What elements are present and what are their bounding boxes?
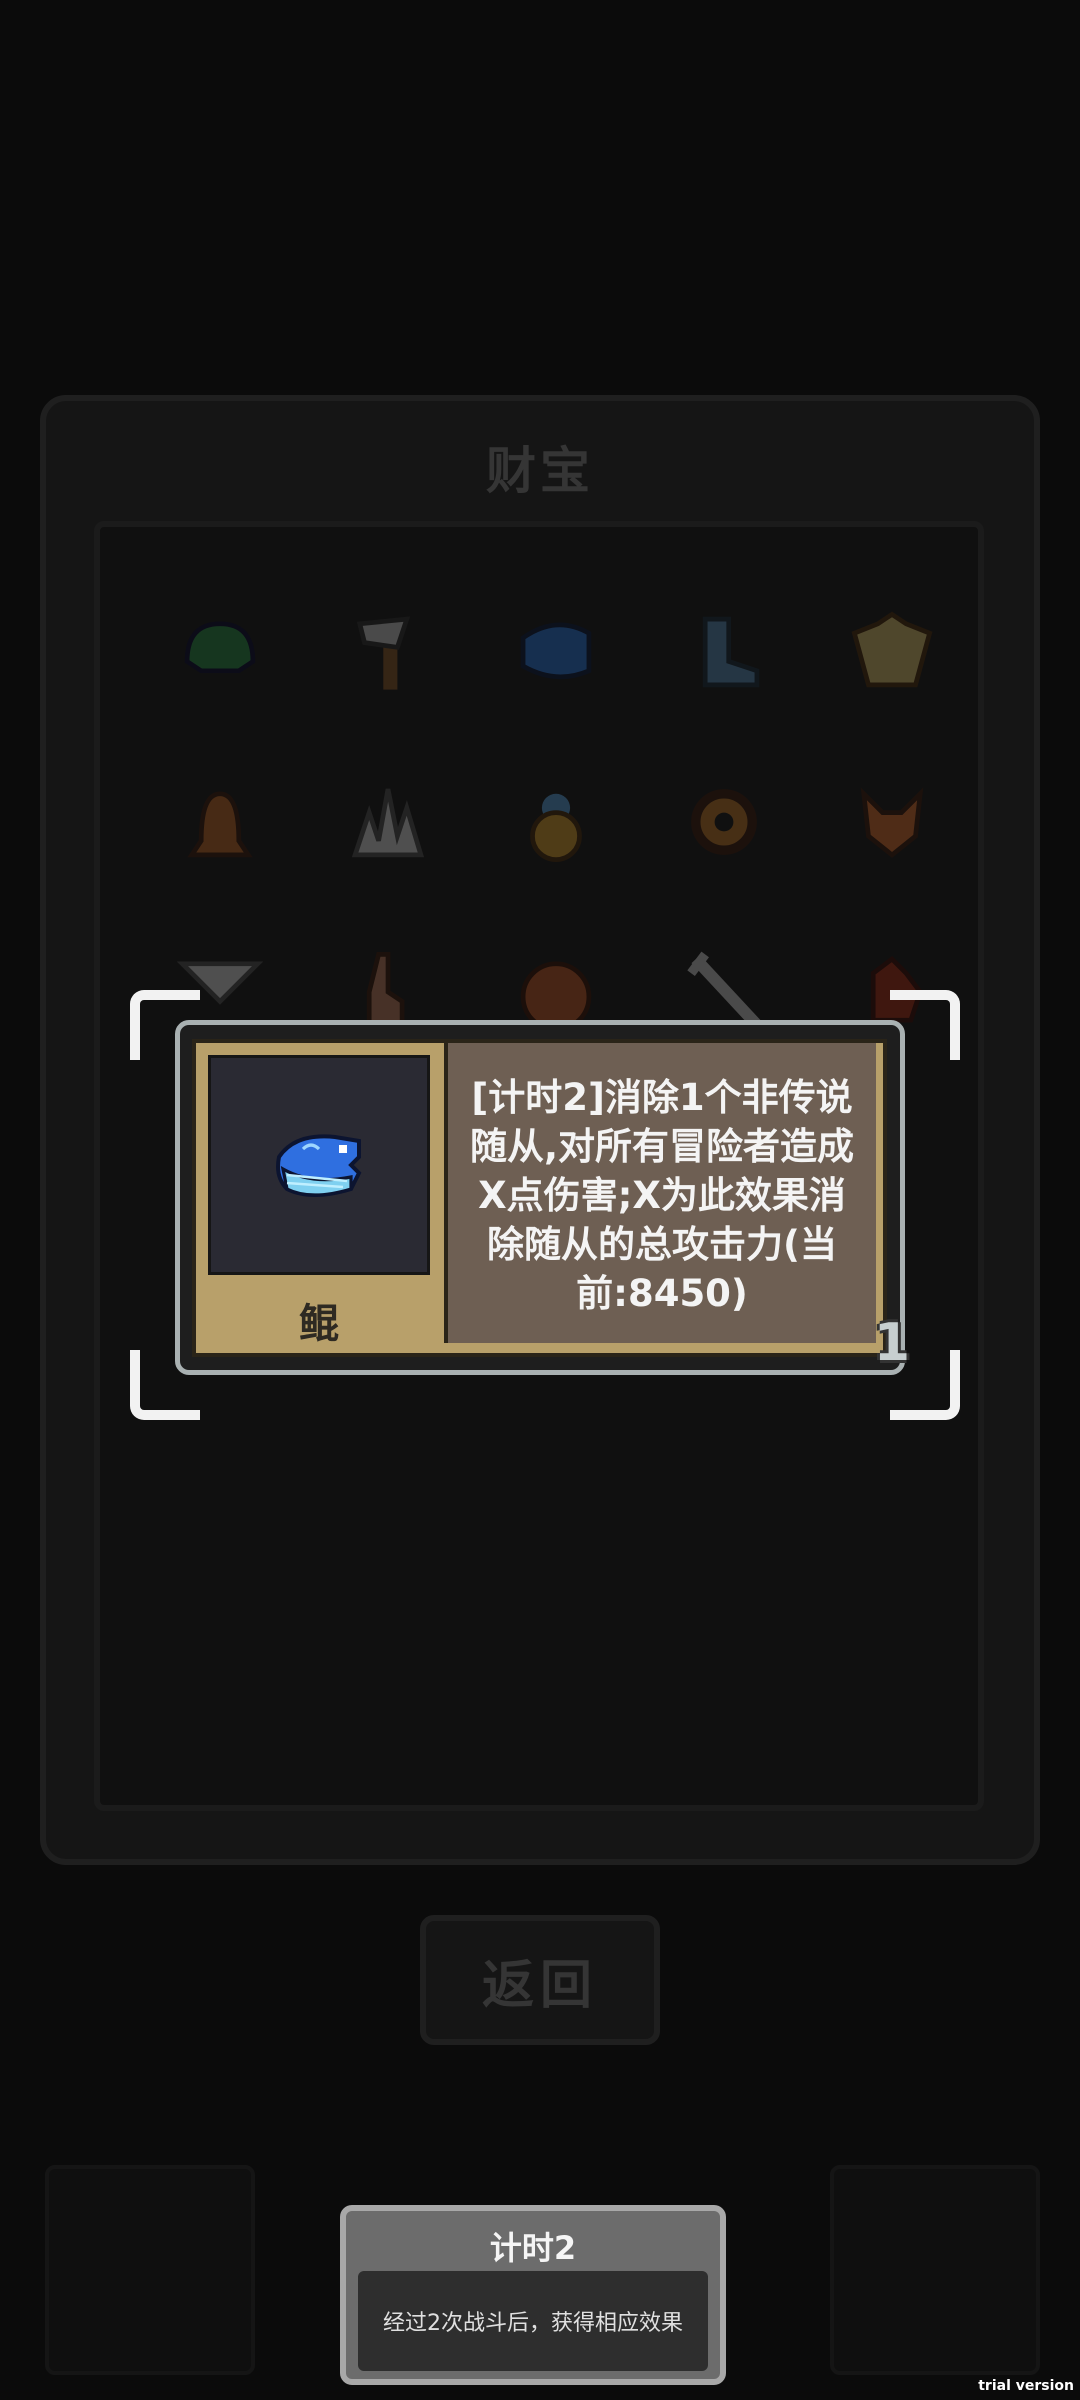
treasure-card-count: 1	[873, 1313, 911, 1373]
treasure-slot[interactable]	[674, 602, 774, 702]
crystal-icon	[351, 788, 425, 858]
treasure-card-icon-frame	[208, 1055, 430, 1275]
treasure-slot[interactable]	[338, 772, 438, 872]
treasure-card-body: 鲲 [计时2]消除1个非传说随从,对所有冒险者造成X点伤害;X为此效果消除随从的…	[192, 1039, 887, 1357]
tooltip-body: 经过2次战斗后，获得相应效果	[358, 2271, 708, 2371]
game-screen: 财宝 返回 鲲 [计时2]消除1个非传说随从,对所有冒险者造成X点伤害;X为此效…	[0, 0, 1080, 2400]
treasure-slot[interactable]	[338, 602, 438, 702]
back-button[interactable]: 返回	[420, 1915, 660, 2045]
treasure-card[interactable]: 鲲 [计时2]消除1个非传说随从,对所有冒险者造成X点伤害;X为此效果消除随从的…	[175, 1020, 910, 1375]
treasure-grid	[170, 602, 990, 1042]
blue-fish-icon	[520, 622, 592, 680]
keyword-tooltip: 计时2 经过2次战斗后，获得相应效果	[340, 2205, 726, 2385]
treasure-slot[interactable]	[506, 772, 606, 872]
treasure-slot[interactable]	[842, 772, 942, 872]
green-helmet-icon	[184, 621, 256, 674]
bottom-slot	[830, 2165, 1040, 2375]
panel-title: 财宝	[486, 442, 594, 500]
treasure-slot[interactable]	[674, 772, 774, 872]
boot-icon	[702, 616, 760, 688]
bottom-slot	[45, 2165, 255, 2375]
treasure-slot[interactable]	[170, 772, 270, 872]
gourd-icon	[530, 793, 582, 862]
treasure-slot[interactable]	[170, 602, 270, 702]
treasure-slot[interactable]	[842, 602, 942, 702]
bell-icon	[187, 791, 253, 858]
blue-fish-icon	[276, 1134, 362, 1197]
fox-icon	[860, 787, 924, 858]
axe-icon	[356, 616, 411, 690]
tooltip-title: 计时2	[489, 2229, 577, 2267]
watermark: trial version	[978, 2378, 1074, 2394]
treasure-slot[interactable]	[506, 602, 606, 702]
treasure-card-name: 鲲	[299, 1301, 339, 1347]
treasure-card-description: [计时2]消除1个非传说随从,对所有冒险者造成X点伤害;X为此效果消除随从的总攻…	[444, 1043, 876, 1343]
winged-helmet-icon	[851, 611, 933, 688]
gear-icon	[691, 789, 757, 855]
